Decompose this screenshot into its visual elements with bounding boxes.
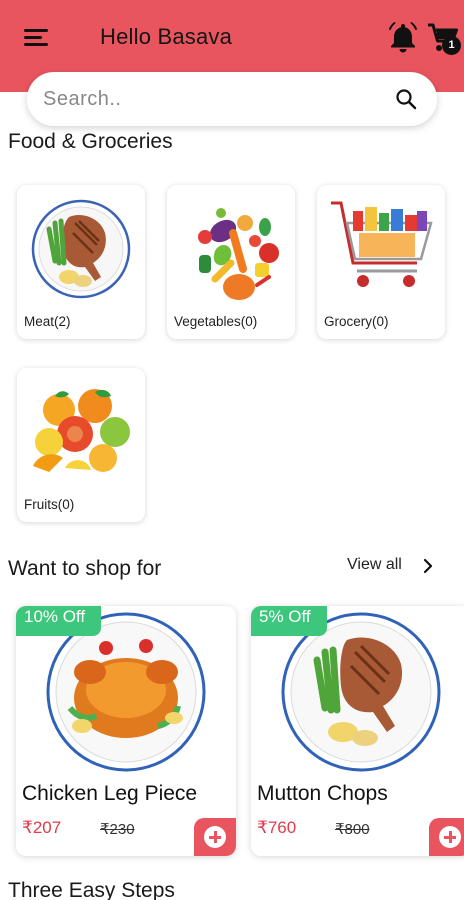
plus-icon (439, 826, 461, 848)
shopping-cart-icon (331, 201, 433, 287)
fruits-icon (33, 389, 130, 472)
category-label: Vegetables(0) (174, 314, 258, 329)
steps-section-title: Three Easy Steps (8, 879, 175, 900)
category-meat[interactable]: Meat(2) (17, 185, 145, 339)
search-input[interactable] (43, 82, 383, 116)
bell-icon[interactable] (386, 20, 420, 54)
product-mrp: ₹800 (335, 821, 370, 838)
shop-section-title: Want to shop for (8, 557, 162, 580)
product-card-mutton[interactable]: 5% Off Mutton Chops ₹760 ₹800 (251, 606, 464, 856)
category-vegetables[interactable]: Vegetables(0) (167, 185, 295, 339)
chevron-right-icon[interactable] (422, 558, 434, 574)
categories-title: Food & Groceries (8, 130, 173, 153)
vegetables-icon (198, 208, 279, 300)
search-bar (27, 72, 437, 126)
product-mrp: ₹230 (100, 821, 135, 838)
plus-icon (204, 826, 226, 848)
cart-count-badge: 1 (442, 36, 461, 55)
product-price: ₹207 (22, 818, 62, 837)
category-fruits[interactable]: Fruits(0) (17, 368, 145, 522)
add-to-cart-button[interactable] (194, 818, 236, 856)
greeting-text: Hello Basava (100, 24, 233, 49)
product-name: Mutton Chops (257, 782, 388, 805)
view-all-link[interactable]: View all (347, 556, 402, 574)
search-icon[interactable] (395, 88, 417, 110)
discount-badge: 5% Off (251, 606, 327, 636)
discount-badge: 10% Off (16, 606, 102, 636)
category-label: Meat(2) (24, 314, 71, 329)
add-to-cart-button[interactable] (429, 818, 464, 856)
menu-icon[interactable] (24, 27, 50, 47)
product-price: ₹760 (257, 818, 297, 837)
category-grocery[interactable]: Grocery(0) (317, 185, 445, 339)
product-card-chicken[interactable]: 10% Off Chicken Leg Piece ₹207 ₹230 (16, 606, 236, 856)
category-label: Grocery(0) (324, 314, 389, 329)
product-name: Chicken Leg Piece (22, 782, 198, 805)
category-label: Fruits(0) (24, 497, 75, 512)
meat-plate-icon (31, 199, 131, 299)
